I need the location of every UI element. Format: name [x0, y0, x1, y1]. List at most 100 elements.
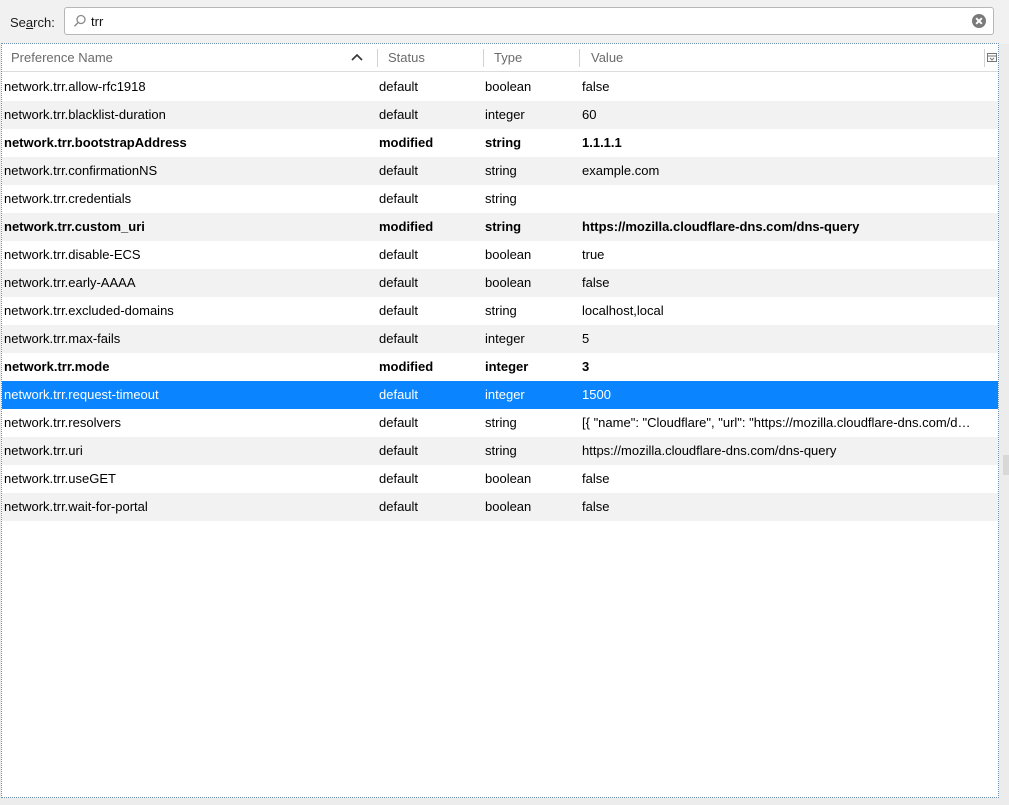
preference-rows: network.trr.allow-rfc1918 default boolean f… [2, 73, 998, 521]
column-picker-icon[interactable] [987, 53, 997, 63]
about-config-window: Search: Preference Name Status Type Valu… [0, 0, 1009, 805]
table-row[interactable]: network.trr.early-AAAA default boolean fals… [2, 269, 998, 297]
search-bar: Search: [0, 0, 1009, 44]
table-row[interactable]: network.trr.confirmationNS default string e… [2, 157, 998, 185]
pref-status-cell: default [379, 79, 419, 94]
pref-value-cell: false [582, 79, 610, 94]
pref-status-cell: default [379, 191, 419, 206]
pref-value-cell: localhost,local [582, 303, 664, 318]
pref-type-cell: string [485, 303, 517, 318]
column-header-name[interactable]: Preference Name [11, 44, 113, 72]
table-row[interactable]: network.trr.custom_uri modified string http… [2, 213, 998, 241]
pref-type-cell: string [485, 443, 517, 458]
column-splitter[interactable] [377, 49, 378, 67]
pref-value-cell: 5 [582, 331, 590, 346]
pref-status-cell: default [379, 303, 419, 318]
pref-name-cell: network.trr.max-fails [4, 331, 121, 346]
pref-name-cell: network.trr.useGET [4, 471, 116, 486]
pref-status-cell: default [379, 331, 419, 346]
column-splitter[interactable] [984, 49, 985, 67]
column-splitter[interactable] [579, 49, 580, 67]
pref-type-cell: boolean [485, 471, 532, 486]
table-row[interactable]: network.trr.bootstrapAddress modified stri… [2, 129, 998, 157]
pref-name-cell: network.trr.early-AAAA [4, 275, 136, 290]
pref-value-cell: https://mozilla.cloudflare-dns.com/dns-q… [582, 219, 860, 234]
pref-type-cell: string [485, 219, 522, 234]
column-header-value[interactable]: Value [591, 44, 623, 72]
pref-name-cell: network.trr.wait-for-portal [4, 499, 148, 514]
table-row[interactable]: network.trr.request-timeout default intege… [2, 381, 998, 409]
pref-name-cell: network.trr.resolvers [4, 415, 122, 430]
pref-value-cell: false [582, 499, 610, 514]
pref-type-cell: integer [485, 107, 525, 122]
table-row[interactable]: network.trr.excluded-domains default strin… [2, 297, 998, 325]
pref-status-cell: modified [379, 359, 434, 374]
pref-value-cell: https://mozilla.cloudflare-dns.com/dns-q… [582, 443, 837, 458]
clear-icon[interactable] [972, 14, 986, 28]
table-row[interactable]: network.trr.allow-rfc1918 default boolean f… [2, 73, 998, 101]
pref-status-cell: default [379, 415, 419, 430]
pref-type-cell: string [485, 135, 522, 150]
pref-status-cell: default [379, 443, 419, 458]
pref-status-cell: default [379, 471, 419, 486]
pref-name-cell: network.trr.request-timeout [4, 387, 159, 402]
column-header-status[interactable]: Status [388, 44, 425, 72]
pref-name-cell: network.trr.allow-rfc1918 [4, 79, 146, 94]
pref-name-cell: network.trr.credentials [4, 191, 132, 206]
preferences-tree[interactable]: Preference Name Status Type Value networ… [1, 43, 999, 798]
search-field[interactable] [64, 7, 994, 35]
pref-value-cell: 3 [582, 359, 590, 374]
search-icon [73, 14, 86, 27]
pref-value-cell: [{ "name": "Cloudflare", "url": "https:/… [582, 415, 971, 430]
pref-type-cell: boolean [485, 499, 532, 514]
pref-value-cell: example.com [582, 163, 660, 178]
pref-status-cell: default [379, 275, 419, 290]
search-label: Search: [10, 15, 55, 30]
column-header-type[interactable]: Type [494, 44, 522, 72]
pref-type-cell: string [485, 163, 517, 178]
pref-name-cell: network.trr.mode [4, 359, 110, 374]
pref-type-cell: boolean [485, 275, 532, 290]
pref-status-cell: default [379, 163, 419, 178]
search-input[interactable] [91, 11, 961, 31]
pref-type-cell: string [485, 191, 517, 206]
pref-status-cell: default [379, 499, 419, 514]
pref-status-cell: default [379, 387, 419, 402]
pref-status-cell: default [379, 247, 419, 262]
table-row[interactable]: network.trr.credentials default string [2, 185, 998, 213]
table-row[interactable]: network.trr.useGET default boolean false [2, 465, 998, 493]
pref-type-cell: integer [485, 387, 525, 402]
table-row[interactable]: network.trr.max-fails default integer 5 [2, 325, 998, 353]
table-row[interactable]: network.trr.resolvers default string [{ "na… [2, 409, 998, 437]
pref-type-cell: string [485, 415, 517, 430]
table-row[interactable]: network.trr.mode modified integer 3 [2, 353, 998, 381]
pref-type-cell: boolean [485, 79, 532, 94]
pref-value-cell: false [582, 471, 610, 486]
table-row[interactable]: network.trr.disable-ECS default boolean tru… [2, 241, 998, 269]
pref-name-cell: network.trr.blacklist-duration [4, 107, 166, 122]
table-row[interactable]: network.trr.wait-for-portal default boolea… [2, 493, 998, 521]
column-header: Preference Name Status Type Value [2, 44, 998, 72]
pref-name-cell: network.trr.excluded-domains [4, 303, 174, 318]
pref-type-cell: boolean [485, 247, 532, 262]
table-row[interactable]: network.trr.uri default string https://mozi… [2, 437, 998, 465]
table-row[interactable]: network.trr.blacklist-duration default int… [2, 101, 998, 129]
pref-status-cell: modified [379, 219, 434, 234]
column-splitter[interactable] [483, 49, 484, 67]
pref-type-cell: integer [485, 331, 525, 346]
pref-value-cell: true [582, 247, 605, 262]
pref-value-cell: 60 [582, 107, 597, 122]
pref-status-cell: modified [379, 135, 434, 150]
scrollbar-edge[interactable] [1003, 455, 1009, 475]
pref-value-cell [582, 185, 980, 213]
sort-ascending-icon [351, 53, 363, 61]
pref-type-cell: integer [485, 359, 529, 374]
pref-value-cell: false [582, 275, 610, 290]
pref-status-cell: default [379, 107, 419, 122]
pref-name-cell: network.trr.custom_uri [4, 219, 145, 234]
pref-name-cell: network.trr.uri [4, 443, 83, 458]
pref-name-cell: network.trr.bootstrapAddress [4, 135, 187, 150]
window-bottom-edge [0, 798, 1009, 805]
pref-value-cell: 1500 [582, 387, 611, 402]
pref-name-cell: network.trr.confirmationNS [4, 163, 158, 178]
